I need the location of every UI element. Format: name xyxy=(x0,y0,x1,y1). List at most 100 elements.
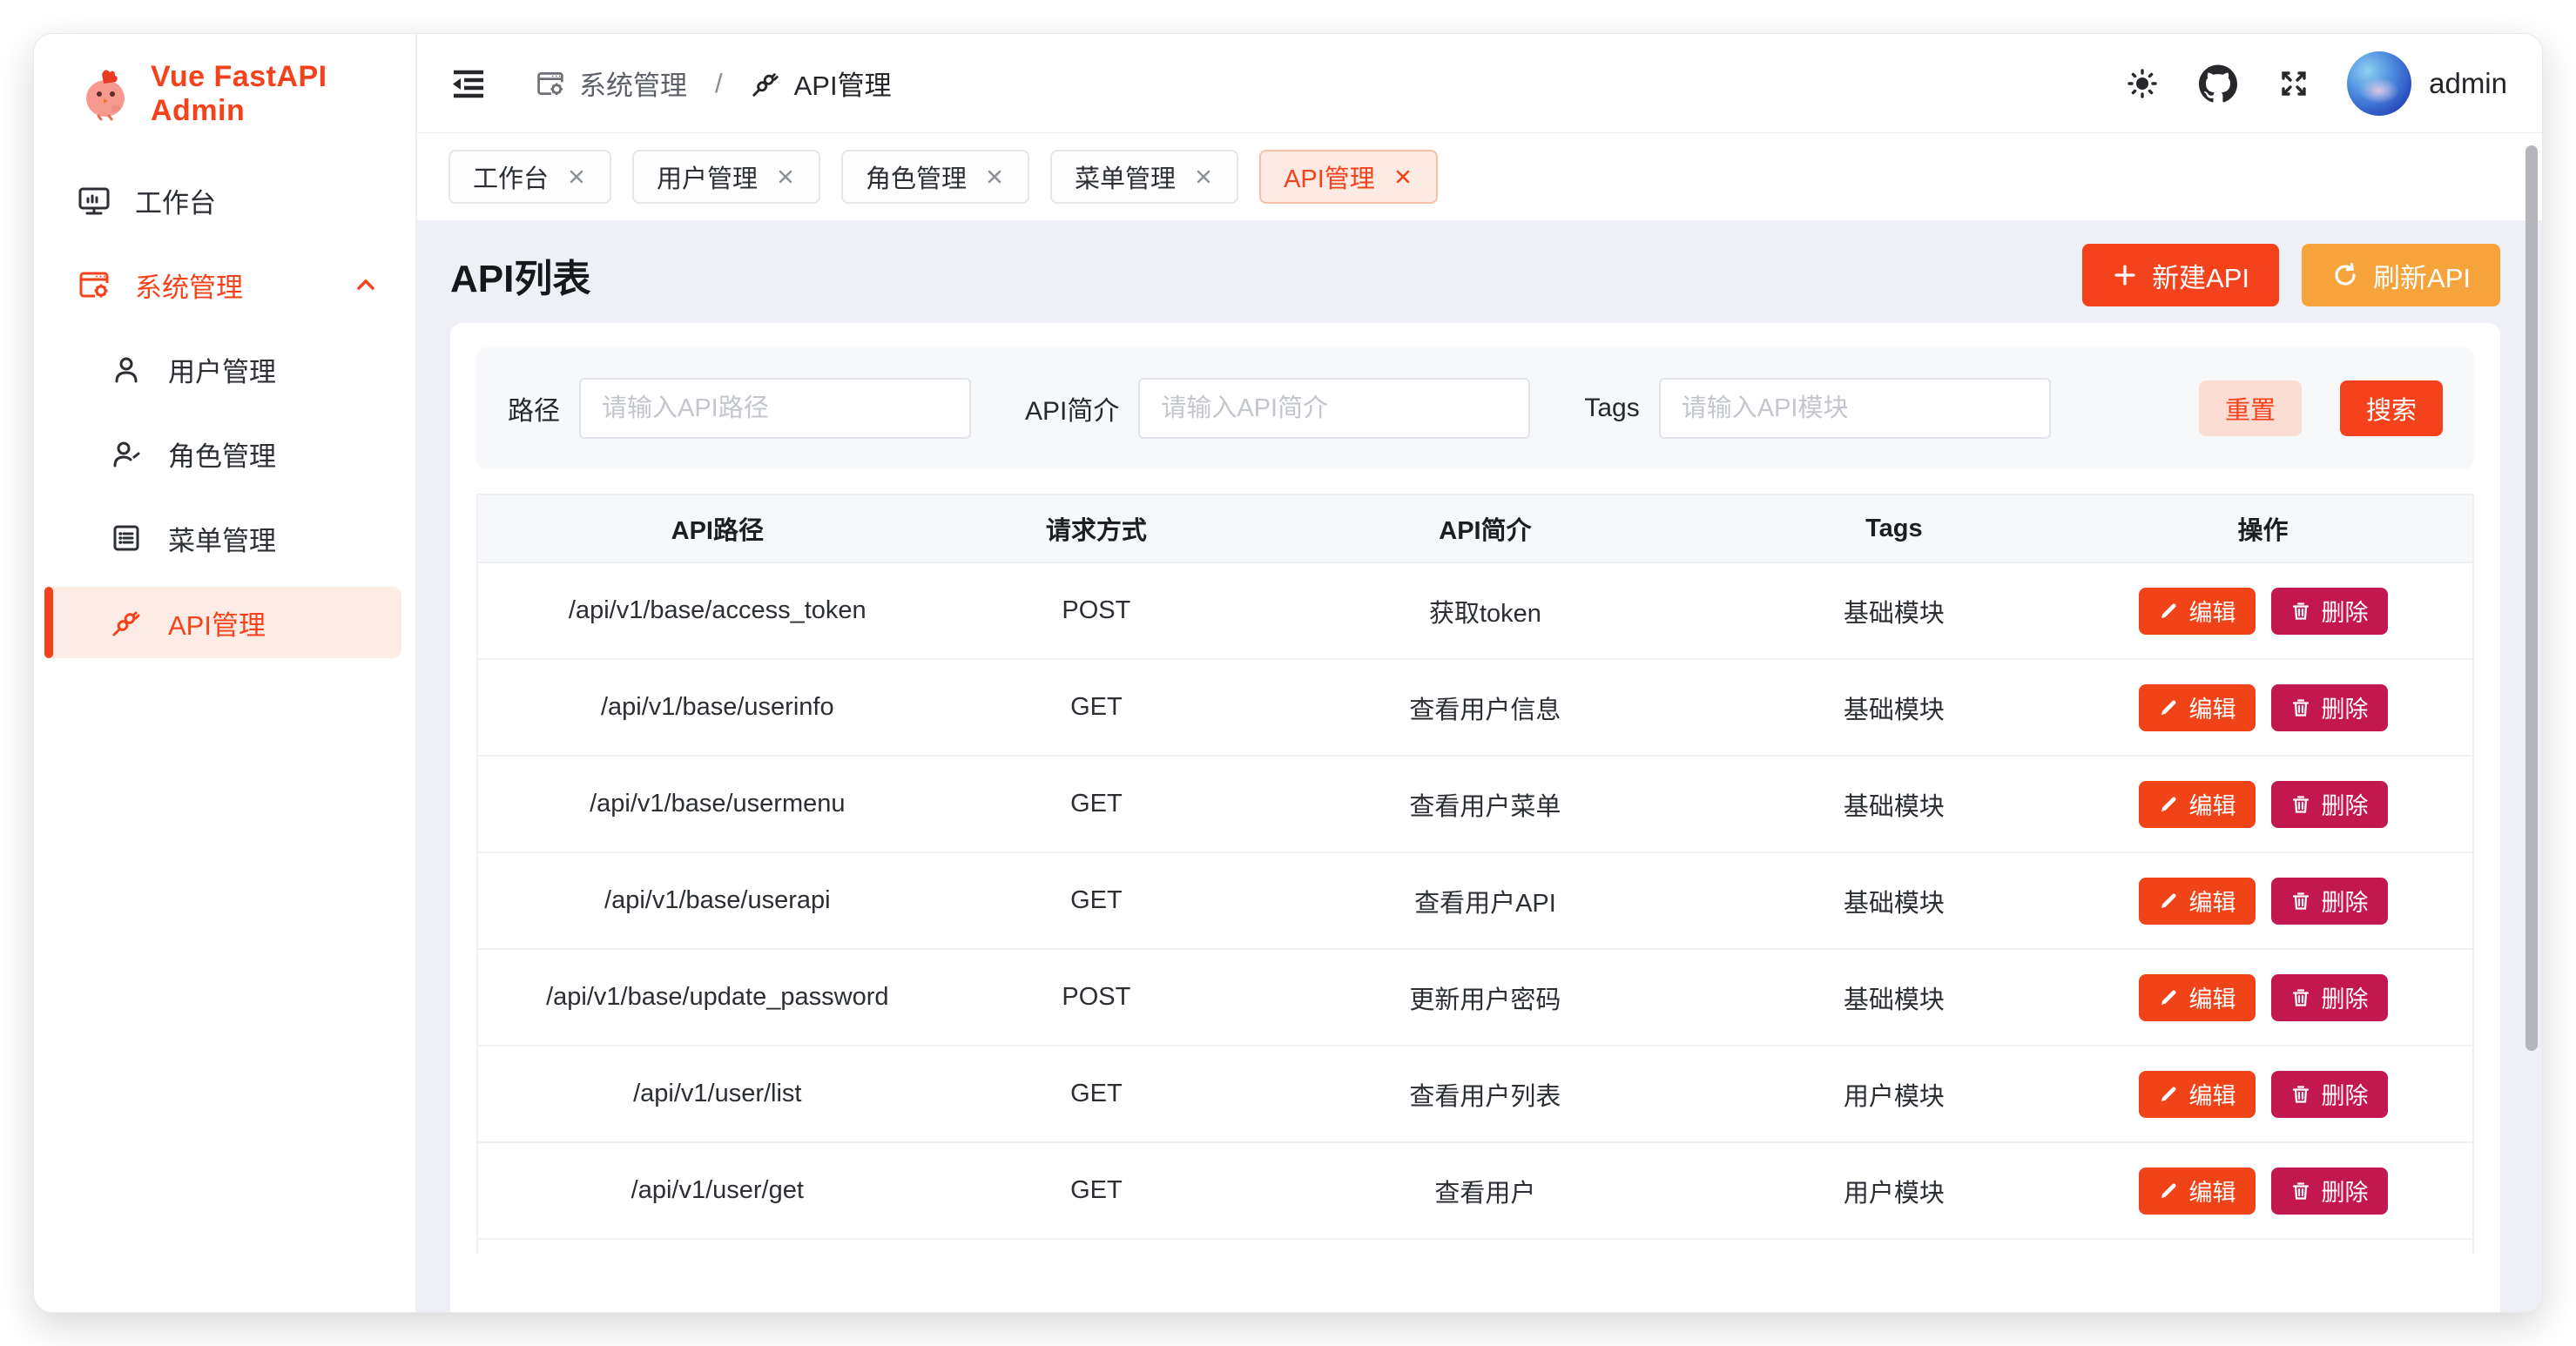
path-filter-input[interactable] xyxy=(579,378,971,439)
tab-label: API管理 xyxy=(1284,158,1375,195)
cell-actions: 编辑 删除 xyxy=(2053,1071,2472,1118)
username[interactable]: admin xyxy=(2429,67,2507,100)
tab-label: 用户管理 xyxy=(657,158,758,195)
sidebar-item-users[interactable]: 用户管理 xyxy=(44,333,401,405)
app-title: Vue FastAPI Admin xyxy=(151,60,415,128)
tab-bar: 工作台 用户管理 角色管理 菜单管理 xyxy=(417,133,2542,220)
cell-path: /api/v1/base/access_token xyxy=(478,596,957,625)
table-row: /api/v1/base/access_token POST 获取token 基… xyxy=(478,563,2472,660)
table-row: /api/v1/base/userinfo GET 查看用户信息 基础模块 编辑… xyxy=(478,660,2472,757)
pencil-icon xyxy=(2158,891,2179,912)
new-api-button[interactable]: 新建API xyxy=(2082,244,2279,306)
chevron-up-icon[interactable] xyxy=(353,272,379,298)
cell-tags: 基础模块 xyxy=(1735,786,2053,823)
search-button[interactable]: 搜索 xyxy=(2340,380,2443,436)
tab-users[interactable]: 用户管理 xyxy=(632,150,820,204)
sidebar-collapse-icon[interactable] xyxy=(448,64,489,104)
tab-close-icon[interactable] xyxy=(566,166,587,187)
tab-menus[interactable]: 菜单管理 xyxy=(1050,150,1238,204)
tab-api[interactable]: API管理 xyxy=(1259,150,1438,204)
cell-tags: 基础模块 xyxy=(1735,883,2053,919)
refresh-icon xyxy=(2331,261,2359,289)
github-icon[interactable] xyxy=(2199,64,2237,103)
sidebar-item-system[interactable]: 系统管理 xyxy=(44,249,401,320)
col-header-method: 请求方式 xyxy=(957,510,1237,547)
trash-icon xyxy=(2290,697,2311,718)
tab-close-icon[interactable] xyxy=(1393,166,1413,187)
col-header-summary: API简介 xyxy=(1236,510,1735,547)
delete-button[interactable]: 删除 xyxy=(2271,1168,2388,1215)
sidebar-item-api[interactable]: API管理 xyxy=(44,587,401,658)
delete-button[interactable]: 删除 xyxy=(2271,878,2388,925)
sidebar-item-menus[interactable]: 菜单管理 xyxy=(44,502,401,574)
pencil-icon xyxy=(2158,1084,2179,1105)
table-row: /api/v1/user/list GET 查看用户列表 用户模块 编辑 删除 xyxy=(478,1047,2472,1143)
sidebar-item-workbench[interactable]: 工作台 xyxy=(44,165,401,236)
delete-button[interactable]: 删除 xyxy=(2271,974,2388,1021)
cell-actions: 编辑 删除 xyxy=(2053,1168,2472,1215)
cell-path: /api/v1/user/get xyxy=(478,1176,957,1205)
sidebar-item-label: 菜单管理 xyxy=(168,519,276,558)
main-area: 系统管理 / API管理 xyxy=(417,34,2542,1312)
user-avatar[interactable] xyxy=(2347,51,2411,116)
cell-tags: 基础模块 xyxy=(1735,593,2053,629)
sidebar-item-roles[interactable]: 角色管理 xyxy=(44,418,401,489)
sidebar-item-label: 角色管理 xyxy=(168,434,276,474)
edit-button[interactable]: 编辑 xyxy=(2139,974,2256,1021)
cell-path: /api/v1/base/update_password xyxy=(478,983,957,1012)
breadcrumb-parent[interactable]: 系统管理 xyxy=(579,64,687,103)
pencil-icon xyxy=(2158,697,2179,718)
edit-button[interactable]: 编辑 xyxy=(2139,588,2256,635)
table-row: /api/v1/user/get GET 查看用户 用户模块 编辑 删除 xyxy=(478,1143,2472,1240)
tags-filter-input[interactable] xyxy=(1659,378,2051,439)
summary-filter-label: API简介 xyxy=(1025,389,1119,427)
fullscreen-icon[interactable] xyxy=(2277,67,2310,100)
breadcrumb: 系统管理 / API管理 xyxy=(536,64,892,103)
edit-button[interactable]: 编辑 xyxy=(2139,878,2256,925)
tab-roles[interactable]: 角色管理 xyxy=(841,150,1029,204)
scrollbar-thumb[interactable] xyxy=(2525,145,2538,1051)
cell-method: GET xyxy=(957,790,1237,818)
cell-summary: 获取token xyxy=(1236,593,1735,629)
tab-workbench[interactable]: 工作台 xyxy=(448,150,611,204)
cell-summary: 查看用户列表 xyxy=(1236,1076,1735,1113)
pencil-icon xyxy=(2158,987,2179,1008)
window-gear-icon xyxy=(536,69,565,98)
tab-close-icon[interactable] xyxy=(984,166,1005,187)
app-window: Vue FastAPI Admin 工作台 xyxy=(33,33,2543,1313)
cell-summary: 查看用户API xyxy=(1236,883,1735,919)
reset-button[interactable]: 重置 xyxy=(2199,380,2302,436)
breadcrumb-current[interactable]: API管理 xyxy=(794,64,892,103)
tab-close-icon[interactable] xyxy=(775,166,796,187)
refresh-api-button[interactable]: 刷新API xyxy=(2302,244,2500,306)
edit-button[interactable]: 编辑 xyxy=(2139,684,2256,731)
cell-method: POST xyxy=(957,596,1237,625)
cell-actions: 编辑 删除 xyxy=(2053,878,2472,925)
sidebar-item-label: 系统管理 xyxy=(135,266,243,305)
summary-filter-input[interactable] xyxy=(1138,378,1530,439)
delete-button[interactable]: 删除 xyxy=(2271,588,2388,635)
trash-icon xyxy=(2290,1181,2311,1201)
tab-close-icon[interactable] xyxy=(1193,166,1214,187)
cell-summary: 查看用户 xyxy=(1236,1173,1735,1209)
cell-summary: 查看用户菜单 xyxy=(1236,786,1735,823)
edit-button[interactable]: 编辑 xyxy=(2139,1168,2256,1215)
col-header-path: API路径 xyxy=(478,510,957,547)
delete-button[interactable]: 删除 xyxy=(2271,684,2388,731)
delete-button[interactable]: 删除 xyxy=(2271,781,2388,828)
refresh-api-label: 刷新API xyxy=(2373,256,2471,295)
edit-button[interactable]: 编辑 xyxy=(2139,781,2256,828)
title-bar: API列表 新建API xyxy=(450,220,2500,323)
pencil-icon xyxy=(2158,601,2179,622)
tab-label: 工作台 xyxy=(473,158,549,195)
cell-method: GET xyxy=(957,1080,1237,1108)
edit-button[interactable]: 编辑 xyxy=(2139,1071,2256,1118)
cell-summary: 更新用户密码 xyxy=(1236,979,1735,1016)
new-api-label: 新建API xyxy=(2152,256,2249,295)
breadcrumb-separator: / xyxy=(715,68,723,99)
plus-icon xyxy=(2112,262,2138,288)
delete-button[interactable]: 删除 xyxy=(2271,1071,2388,1118)
chick-logo-icon xyxy=(78,65,135,123)
theme-sun-icon[interactable] xyxy=(2126,67,2159,100)
cell-actions: 编辑 删除 xyxy=(2053,588,2472,635)
